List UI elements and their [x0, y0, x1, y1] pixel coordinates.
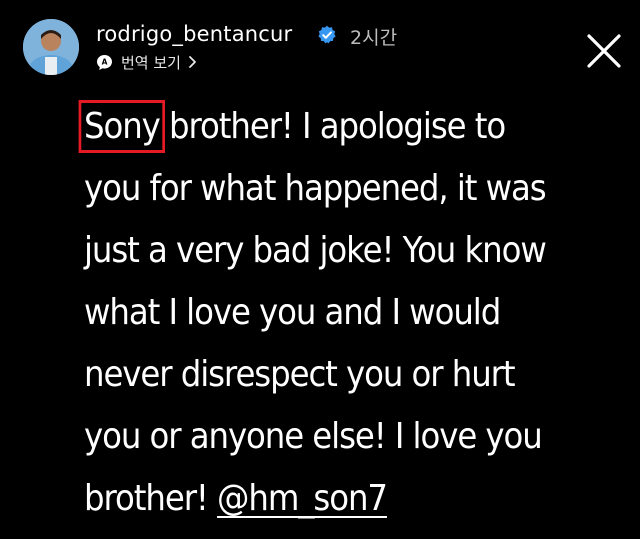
translate-label: 번역 보기 [121, 53, 181, 72]
story-line-2: you for what happened, it was [84, 168, 547, 209]
story-line-7-prefix: brother! [84, 478, 218, 519]
username[interactable]: rodrigo_bentancur [96, 22, 292, 46]
story-line-5: never disrespect you or hurt [84, 354, 516, 395]
story-line-1-rest: brother! I apologise to [159, 106, 506, 147]
close-icon[interactable] [584, 31, 624, 71]
story-line-7: brother! @hm_son7 [84, 468, 570, 530]
post-time: 2시간 [350, 27, 398, 49]
chevron-right-icon [189, 56, 196, 68]
svg-text:A: A [102, 57, 108, 66]
story-line-6: you or anyone else! I love you [84, 416, 543, 457]
verified-badge-icon [318, 25, 336, 44]
story-line-1: Sony brother! I apologise to [78, 96, 570, 158]
avatar[interactable] [23, 19, 79, 75]
story-text: Sony brother! I apologise to you for wha… [78, 96, 570, 530]
translate-icon: A [97, 54, 112, 70]
story-header: rodrigo_bentancur 2시간 A 번역 보기 [0, 0, 640, 90]
story-line-3: just a very bad joke! You know [84, 230, 547, 271]
mention-link[interactable]: @hm_son7 [217, 478, 388, 519]
see-translation-button[interactable]: A 번역 보기 [96, 51, 197, 73]
story-line-4: what I love you and I would [84, 292, 501, 333]
highlighted-word: Sony [78, 100, 166, 153]
